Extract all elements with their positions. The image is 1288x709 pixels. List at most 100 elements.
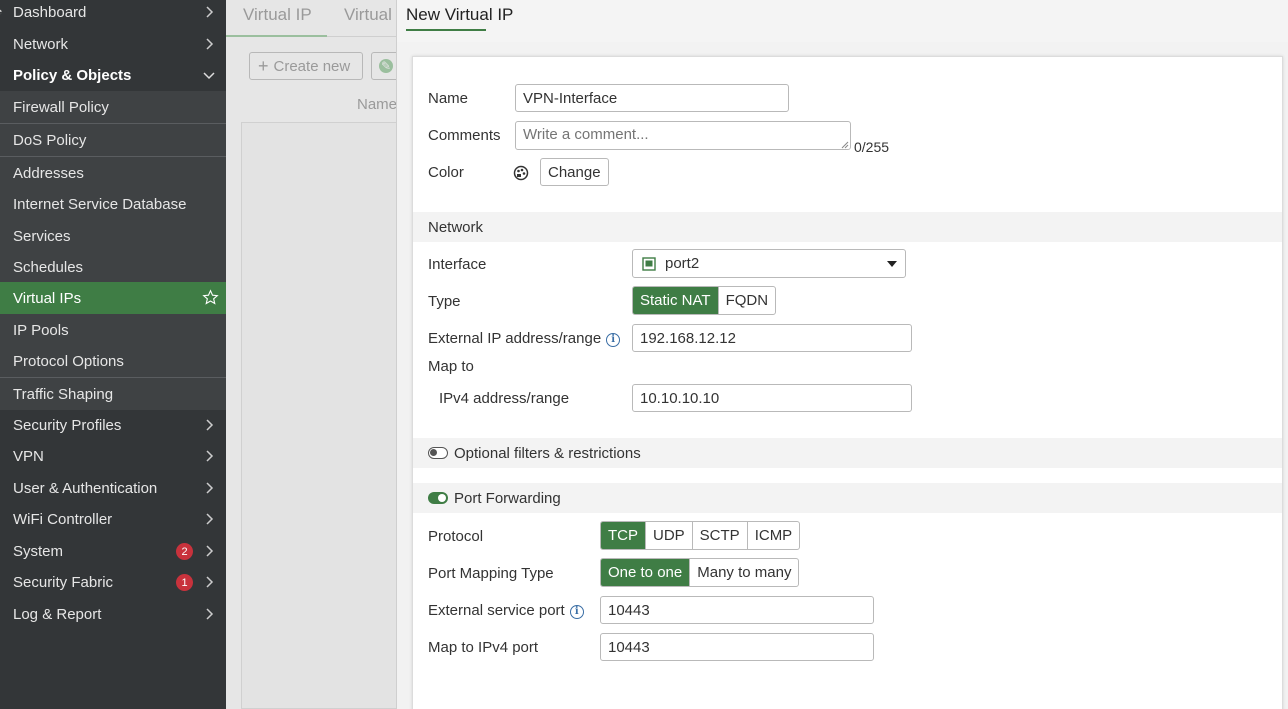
virtual-ip-table <box>241 122 411 709</box>
port-mapping-one-to-one[interactable]: One to one <box>601 559 691 586</box>
map-to-ipv4-port-input[interactable] <box>600 633 874 661</box>
network-section-title: Network <box>428 218 484 236</box>
sidebar-item-system[interactable]: System 2 <box>0 535 226 567</box>
sidebar-item-user-authentication[interactable]: User & Authentication <box>0 472 226 504</box>
lock-icon: ▫ <box>0 69 4 81</box>
sidebar-item-firewall-policy[interactable]: Firewall Policy <box>0 91 226 123</box>
external-ip-input[interactable] <box>632 324 912 352</box>
chevron-right-icon <box>206 450 214 462</box>
ipv4-address-label: IPv4 address/range <box>439 390 570 407</box>
info-icon[interactable]: i <box>569 605 584 619</box>
sidebar: ◔ Dashboard • Network ▫ Policy & Objects… <box>0 0 226 709</box>
sidebar-item-policy-objects[interactable]: ▫ Policy & Objects <box>0 59 226 91</box>
sidebar-item-security-fabric[interactable]: Security Fabric 1 <box>0 566 226 598</box>
sidebar-item-label: User & Authentication <box>13 479 158 497</box>
type-static-nat[interactable]: Static NAT <box>633 287 719 314</box>
sidebar-item-protocol-options[interactable]: Protocol Options <box>0 345 226 377</box>
chevron-down-icon <box>887 261 897 267</box>
map-to-ipv4-port-label: Map to IPv4 port <box>428 639 539 656</box>
chevron-right-icon <box>206 6 214 18</box>
chevron-right-icon <box>206 482 214 494</box>
active-tab-indicator <box>226 35 327 37</box>
sidebar-item-label: Security Profiles <box>13 416 122 434</box>
sidebar-item-addresses[interactable]: Addresses <box>0 157 226 189</box>
interface-select[interactable]: port2 <box>632 249 906 278</box>
notification-badge: 1 <box>176 574 193 591</box>
port-forwarding-header[interactable]: Port Forwarding <box>413 483 1282 513</box>
optional-filters-toggle[interactable] <box>428 447 448 459</box>
interface-value: port2 <box>665 255 700 272</box>
sidebar-item-schedules[interactable]: Schedules <box>0 251 226 283</box>
port-mapping-many-to-many[interactable]: Many to many <box>690 559 798 586</box>
sidebar-item-virtual-ips[interactable]: Virtual IPs <box>0 282 226 314</box>
star-icon[interactable] <box>202 289 219 306</box>
sidebar-item-ip-pools[interactable]: IP Pools <box>0 314 226 346</box>
panel-header: New Virtual IP <box>397 0 1288 42</box>
sidebar-item-label: Security Fabric <box>13 573 114 591</box>
comments-textarea[interactable] <box>515 121 851 150</box>
chevron-right-icon <box>206 608 214 620</box>
sidebar-item-label: Traffic Shaping <box>13 385 114 403</box>
dashboard-icon: ◔ <box>0 6 4 18</box>
type-fqdn[interactable]: FQDN <box>719 287 775 314</box>
sidebar-item-traffic-shaping[interactable]: Traffic Shaping <box>0 378 226 410</box>
change-color-label: Change <box>548 163 601 181</box>
optional-filters-header[interactable]: Optional filters & restrictions <box>413 438 1282 468</box>
protocol-sctp[interactable]: SCTP <box>693 522 748 549</box>
protocol-icmp[interactable]: ICMP <box>748 522 799 549</box>
network-icon: • <box>0 38 4 50</box>
column-header-name[interactable]: Name <box>357 96 397 113</box>
sidebar-item-security-profiles[interactable]: Security Profiles <box>0 409 226 441</box>
port-forwarding-toggle[interactable] <box>428 492 448 504</box>
tab-virtual-ip[interactable]: Virtual IP <box>243 5 312 25</box>
port-forwarding-label: Port Forwarding <box>454 489 561 507</box>
new-virtual-ip-panel: New Virtual IP Name Comments 0/255 Color… <box>396 0 1288 709</box>
sidebar-item-services[interactable]: Services <box>0 220 226 252</box>
panel-title: New Virtual IP <box>406 5 514 24</box>
external-service-port-label: External service port i <box>428 602 584 619</box>
sidebar-item-dos-policy[interactable]: DoS Policy <box>0 124 226 156</box>
sidebar-item-vpn[interactable]: VPN <box>0 440 226 472</box>
sidebar-item-label: DoS Policy <box>13 131 87 149</box>
edit-icon: ✎ <box>379 59 393 73</box>
sidebar-item-label: Log & Report <box>13 605 102 623</box>
sidebar-item-label: Network <box>13 35 69 53</box>
comments-label: Comments <box>428 127 501 144</box>
sidebar-item-label: Dashboard <box>13 3 87 21</box>
protocol-label: Protocol <box>428 528 484 545</box>
optional-filters-label: Optional filters & restrictions <box>454 444 641 462</box>
name-input[interactable] <box>515 84 789 112</box>
sidebar-item-label: Policy & Objects <box>13 66 132 84</box>
sidebar-item-label: System <box>13 542 64 560</box>
plus-icon: + <box>258 55 269 76</box>
create-new-button[interactable]: + Create new <box>249 52 363 80</box>
sidebar-item-label: Virtual IPs <box>13 289 82 307</box>
sidebar-item-wifi-controller[interactable]: WiFi Controller <box>0 503 226 535</box>
chevron-down-icon <box>203 72 215 80</box>
change-color-button[interactable]: Change <box>540 158 609 186</box>
color-palette-icon <box>513 165 529 181</box>
protocol-tcp[interactable]: TCP <box>601 522 646 549</box>
interface-label: Interface <box>428 256 487 273</box>
ipv4-address-input[interactable] <box>632 384 912 412</box>
name-label: Name <box>428 90 469 107</box>
comments-char-count: 0/255 <box>854 139 890 155</box>
external-service-port-input[interactable] <box>600 596 874 624</box>
tab-virtual-ip-group[interactable]: Virtual <box>344 5 392 25</box>
type-label: Type <box>428 293 461 310</box>
resize-handle-icon[interactable] <box>841 141 849 149</box>
sidebar-item-log-report[interactable]: Log & Report <box>0 598 226 630</box>
sidebar-item-label: Schedules <box>13 258 84 276</box>
sidebar-item-network[interactable]: • Network <box>0 28 226 60</box>
sidebar-item-label: Internet Service Database <box>13 195 187 213</box>
protocol-udp[interactable]: UDP <box>646 522 693 549</box>
info-icon[interactable]: i <box>606 333 621 347</box>
sidebar-item-dashboard[interactable]: ◔ Dashboard <box>0 0 226 28</box>
port-mapping-type-label: Port Mapping Type <box>428 565 554 582</box>
sidebar-item-internet-service-database[interactable]: Internet Service Database <box>0 188 226 220</box>
sidebar-item-label: VPN <box>13 447 44 465</box>
port-icon <box>642 256 656 271</box>
sidebar-item-label: WiFi Controller <box>13 510 113 528</box>
protocol-selector: TCP UDP SCTP ICMP <box>600 521 801 550</box>
chevron-right-icon <box>206 545 214 557</box>
